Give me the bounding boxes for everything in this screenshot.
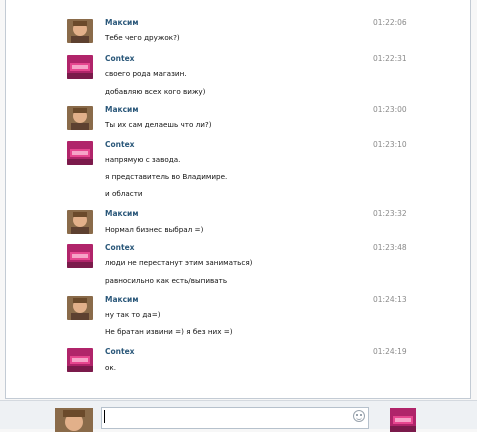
message-text: напрямую с завода. [105, 155, 181, 164]
message-time: 01:23:48 [373, 243, 407, 252]
message-text: Не братан извини =) я без них =) [105, 327, 233, 336]
contex-avatar[interactable] [67, 141, 93, 165]
message-author[interactable]: Contex [105, 347, 135, 356]
message-text: Тебе чего дружок?) [105, 33, 180, 42]
my-avatar[interactable] [55, 408, 93, 432]
message-author[interactable]: Contex [105, 54, 135, 63]
message-author[interactable]: Contex [105, 243, 135, 252]
message-text: и области [105, 189, 143, 198]
message-composer [0, 400, 477, 432]
message-text: добавляю всех кого вижу) [105, 87, 206, 96]
maksim-avatar[interactable] [67, 210, 93, 234]
maksim-avatar[interactable] [67, 106, 93, 130]
message-author[interactable]: Максим [105, 18, 138, 27]
message-time: 01:24:13 [373, 295, 407, 304]
message-text: своего рода магазин. [105, 69, 187, 78]
maksim-avatar[interactable] [67, 296, 93, 320]
message-time: 01:23:10 [373, 140, 407, 149]
message-text: ок. [105, 363, 117, 372]
message-time: 01:24:19 [373, 347, 407, 356]
message-text: ну так то да=) [105, 310, 161, 319]
chat-history: Максим 01:22:06 Тебе чего дружок?) Conte… [5, 0, 471, 399]
message-time: 01:23:00 [373, 105, 407, 114]
message-time: 01:22:31 [373, 54, 407, 63]
message-text: Ты их сам делаешь что ли?) [105, 120, 212, 129]
message-time: 01:23:32 [373, 209, 407, 218]
message-input[interactable] [101, 407, 369, 429]
contex-avatar[interactable] [67, 348, 93, 372]
message-text: Нормал бизнес выбрал =) [105, 225, 204, 234]
message-text: равносильно как есть/выпивать [105, 276, 228, 285]
contex-avatar[interactable] [390, 408, 416, 432]
text-cursor [104, 410, 105, 423]
contex-avatar[interactable] [67, 55, 93, 79]
message-author[interactable]: Contex [105, 140, 135, 149]
message-text: я представитель во Владимире. [105, 172, 228, 181]
message-time: 01:22:06 [373, 18, 407, 27]
message-author[interactable]: Максим [105, 209, 138, 218]
contex-avatar[interactable] [67, 244, 93, 268]
message-author[interactable]: Максим [105, 105, 138, 114]
smiley-icon[interactable] [353, 410, 365, 422]
message-text: люди не перестанут этим заниматься) [105, 258, 253, 267]
maksim-avatar[interactable] [67, 19, 93, 43]
message-author[interactable]: Максим [105, 295, 138, 304]
